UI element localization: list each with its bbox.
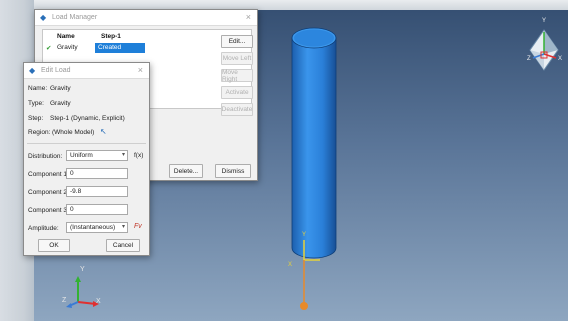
region-value: (Whole Model): [52, 129, 95, 136]
distribution-value: Uniform: [70, 152, 93, 159]
step-label: Step:: [28, 115, 44, 122]
component3-label: Component 3:: [28, 207, 69, 214]
column-header-name: Name: [57, 33, 75, 40]
type-value: Gravity: [50, 100, 71, 107]
cancel-button[interactable]: Cancel: [106, 239, 140, 252]
edit-region-arrow-icon[interactable]: ↖: [100, 127, 107, 136]
amplitude-select[interactable]: (Instantaneous) ▾: [66, 222, 128, 233]
edit-load-dialog: ◆ Edit Load × Name: Gravity Type: Gravit…: [23, 62, 150, 256]
column-header-step: Step-1: [101, 33, 121, 40]
view-cube[interactable]: [524, 18, 564, 82]
edit-load-titlebar[interactable]: ◆ Edit Load ×: [24, 63, 149, 79]
move-left-button[interactable]: Move Left: [221, 52, 253, 65]
component2-label: Component 2:: [28, 189, 69, 196]
name-label: Name:: [28, 85, 48, 92]
component1-label: Component 1:: [28, 171, 69, 178]
load-row-status[interactable]: Created: [95, 43, 145, 53]
fx-button[interactable]: f(x): [134, 152, 143, 159]
chevron-down-icon: ▾: [121, 224, 125, 230]
part-triad-y-label: Y: [302, 232, 307, 238]
load-row-name[interactable]: Gravity: [57, 44, 78, 51]
move-right-button[interactable]: Move Right: [221, 69, 253, 83]
component2-input[interactable]: -9.8: [66, 186, 128, 197]
view-cube-z-label: Z: [527, 56, 531, 62]
type-label: Type:: [28, 100, 44, 107]
part-origin-triad: [300, 240, 320, 310]
step-value: Step-1 (Dynamic, Explicit): [50, 115, 125, 122]
triad-y-label: Y: [80, 266, 85, 273]
close-icon[interactable]: ×: [138, 66, 143, 75]
activate-button[interactable]: Activate: [221, 86, 253, 99]
divider: [27, 143, 146, 144]
edit-load-title: Edit Load: [41, 67, 71, 74]
deactivate-button[interactable]: Deactivate: [221, 103, 253, 116]
amplitude-label: Amplitude:: [28, 225, 59, 232]
close-icon[interactable]: ×: [246, 13, 251, 22]
create-amplitude-icon[interactable]: Fv: [134, 223, 142, 230]
component1-input[interactable]: 0: [66, 168, 128, 179]
load-manager-title: Load Manager: [52, 14, 98, 21]
component3-input[interactable]: 0: [66, 204, 128, 215]
view-cube-y-label: Y: [542, 18, 547, 24]
distribution-select[interactable]: Uniform ▾: [66, 150, 128, 161]
load-manager-titlebar[interactable]: ◆ Load Manager ×: [35, 10, 257, 26]
chevron-down-icon: ▾: [121, 152, 125, 158]
delete-button[interactable]: Delete...: [169, 164, 203, 178]
dismiss-button[interactable]: Dismiss: [215, 164, 251, 178]
triad-x-label: X: [96, 298, 101, 305]
part-triad-x-label: X: [288, 262, 293, 268]
region-label: Region:: [28, 129, 51, 136]
app-icon: ◆: [29, 65, 36, 75]
distribution-label: Distribution:: [28, 153, 63, 160]
name-value: Gravity: [50, 85, 71, 92]
edit-button[interactable]: Edit...: [221, 35, 253, 48]
view-cube-x-label: X: [558, 56, 563, 62]
app-icon: ◆: [40, 12, 47, 22]
amplitude-value: (Instantaneous): [70, 224, 116, 231]
active-check-icon: ✔: [46, 45, 52, 52]
ok-button[interactable]: OK: [38, 239, 70, 252]
triad-z-label: Z: [62, 297, 67, 304]
